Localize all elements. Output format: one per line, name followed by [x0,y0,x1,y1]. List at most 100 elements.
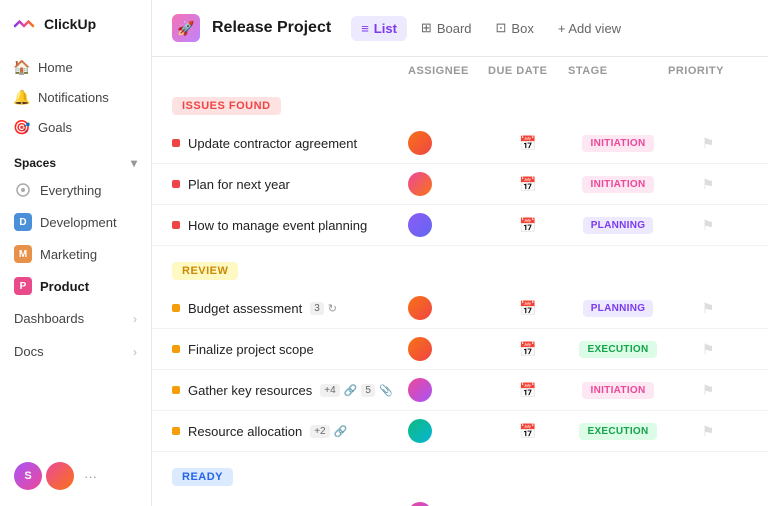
task-priority-dot [172,304,180,312]
development-dot: D [14,213,32,231]
task-count: +2 [310,425,329,438]
sidebar-item-development[interactable]: D Development [0,206,151,238]
calendar-icon: 📅 [519,341,536,358]
task-name: Gather key resources +4 🔗 5 📎 [172,383,408,398]
user-menu-dots[interactable]: ··· [84,469,97,484]
table-row[interactable]: New contractor agreement 📅 PLANNING ⚑ [152,494,768,506]
assignee-cell [408,172,488,196]
view-tabs: ≡ List ⊞ Board ⊡ Box + Add view [351,15,631,41]
docs-label: Docs [14,344,44,359]
sidebar-item-everything[interactable]: Everything [0,174,151,206]
goals-icon: 🎯 [14,119,30,135]
bell-icon: 🔔 [14,89,30,105]
task-priority-dot [172,427,180,435]
spaces-chevron-icon: ▾ [131,156,137,170]
task-count: 3 [310,302,324,315]
table-row[interactable]: Update contractor agreement 📅 INITIATION… [152,123,768,164]
sidebar-item-home[interactable]: 🏠 Home [0,52,151,82]
due-date-cell: 📅 [488,300,568,317]
task-priority-dot [172,345,180,353]
task-count: +4 [320,384,339,397]
list-icon: ≡ [361,21,369,36]
priority-cell: ⚑ [668,341,748,358]
project-icon: 🚀 [172,14,200,42]
clip-icon: 📎 [379,384,393,397]
assignee-cell [408,213,488,237]
stage-badge: PLANNING [583,300,654,317]
stage-cell: PLANNING [568,217,668,234]
task-meta: +2 🔗 [310,425,347,438]
app-name: ClickUp [44,16,96,32]
table-row[interactable]: How to manage event planning 📅 PLANNING … [152,205,768,246]
col-task [172,65,408,77]
everything-label: Everything [40,183,101,198]
task-title: Plan for next year [188,177,290,192]
stage-badge: EXECUTION [579,341,656,358]
marketing-label: Marketing [40,247,97,262]
task-meta: +4 🔗 5 📎 [320,384,392,397]
avatar [408,337,432,361]
table-row[interactable]: Budget assessment 3 ↻ 📅 PLANNING ⚑ [152,288,768,329]
link-icon: 🔗 [344,384,358,397]
due-date-cell: 📅 [488,217,568,234]
task-priority-dot [172,180,180,188]
table-row[interactable]: Resource allocation +2 🔗 📅 EXECUTION ⚑ [152,411,768,452]
sidebar-item-docs[interactable]: Docs › [0,335,151,368]
due-date-cell: 📅 [488,423,568,440]
tab-box-label: Box [511,21,533,36]
app-logo: ClickUp [0,0,151,48]
section-ready-label: READY [172,468,233,486]
col-due-date: DUE DATE [488,65,568,77]
sidebar-item-marketing[interactable]: M Marketing [0,238,151,270]
priority-cell: ⚑ [668,423,748,440]
avatar-user [46,462,74,490]
calendar-icon: 📅 [519,423,536,440]
sidebar-item-dashboards[interactable]: Dashboards › [0,302,151,335]
sidebar: ClickUp 🏠 Home 🔔 Notifications 🎯 Goals S… [0,0,152,506]
avatar [408,131,432,155]
col-assignee: ASSIGNEE [408,65,488,77]
task-priority-dot [172,386,180,394]
task-title: Gather key resources [188,383,312,398]
section-review: REVIEW Budget assessment 3 ↻ 📅 [152,250,768,452]
dashboards-label: Dashboards [14,311,84,326]
sidebar-item-notifications[interactable]: 🔔 Notifications [0,82,151,112]
project-title: Release Project [212,19,331,37]
clip-count: 5 [361,384,375,397]
task-priority-dot [172,221,180,229]
task-meta: 3 ↻ [310,302,337,315]
stage-cell: EXECUTION [568,423,668,440]
tab-list[interactable]: ≡ List [351,16,407,41]
task-list: ISSUES FOUND Update contractor agreement… [152,85,768,506]
col-stage: STAGE [568,65,668,77]
priority-cell: ⚑ [668,176,748,193]
refresh-icon: ↻ [328,302,337,315]
task-name: Update contractor agreement [172,136,408,151]
stage-badge: INITIATION [582,176,653,193]
tab-box[interactable]: ⊡ Box [486,15,544,41]
sidebar-item-product[interactable]: P Product [0,270,151,302]
add-view-button[interactable]: + Add view [548,16,631,41]
stage-badge: PLANNING [583,217,654,234]
due-date-cell: 📅 [488,382,568,399]
sidebar-item-goals[interactable]: 🎯 Goals [0,112,151,142]
priority-icon: ⚑ [702,176,715,193]
docs-chevron-icon: › [133,345,137,359]
board-icon: ⊞ [421,20,432,36]
assignee-cell [408,337,488,361]
avatar [408,378,432,402]
tab-list-label: List [374,21,397,36]
calendar-icon: 📅 [519,217,536,234]
tab-board[interactable]: ⊞ Board [411,15,482,41]
home-icon: 🏠 [14,59,30,75]
task-name: Plan for next year [172,177,408,192]
priority-cell: ⚑ [668,382,748,399]
table-row[interactable]: Finalize project scope 📅 EXECUTION ⚑ [152,329,768,370]
table-row[interactable]: Plan for next year 📅 INITIATION ⚑ [152,164,768,205]
product-dot: P [14,277,32,295]
calendar-icon: 📅 [519,176,536,193]
tab-board-label: Board [437,21,472,36]
priority-cell: ⚑ [668,300,748,317]
table-row[interactable]: Gather key resources +4 🔗 5 📎 📅 INITIATI… [152,370,768,411]
priority-cell: ⚑ [668,135,748,152]
